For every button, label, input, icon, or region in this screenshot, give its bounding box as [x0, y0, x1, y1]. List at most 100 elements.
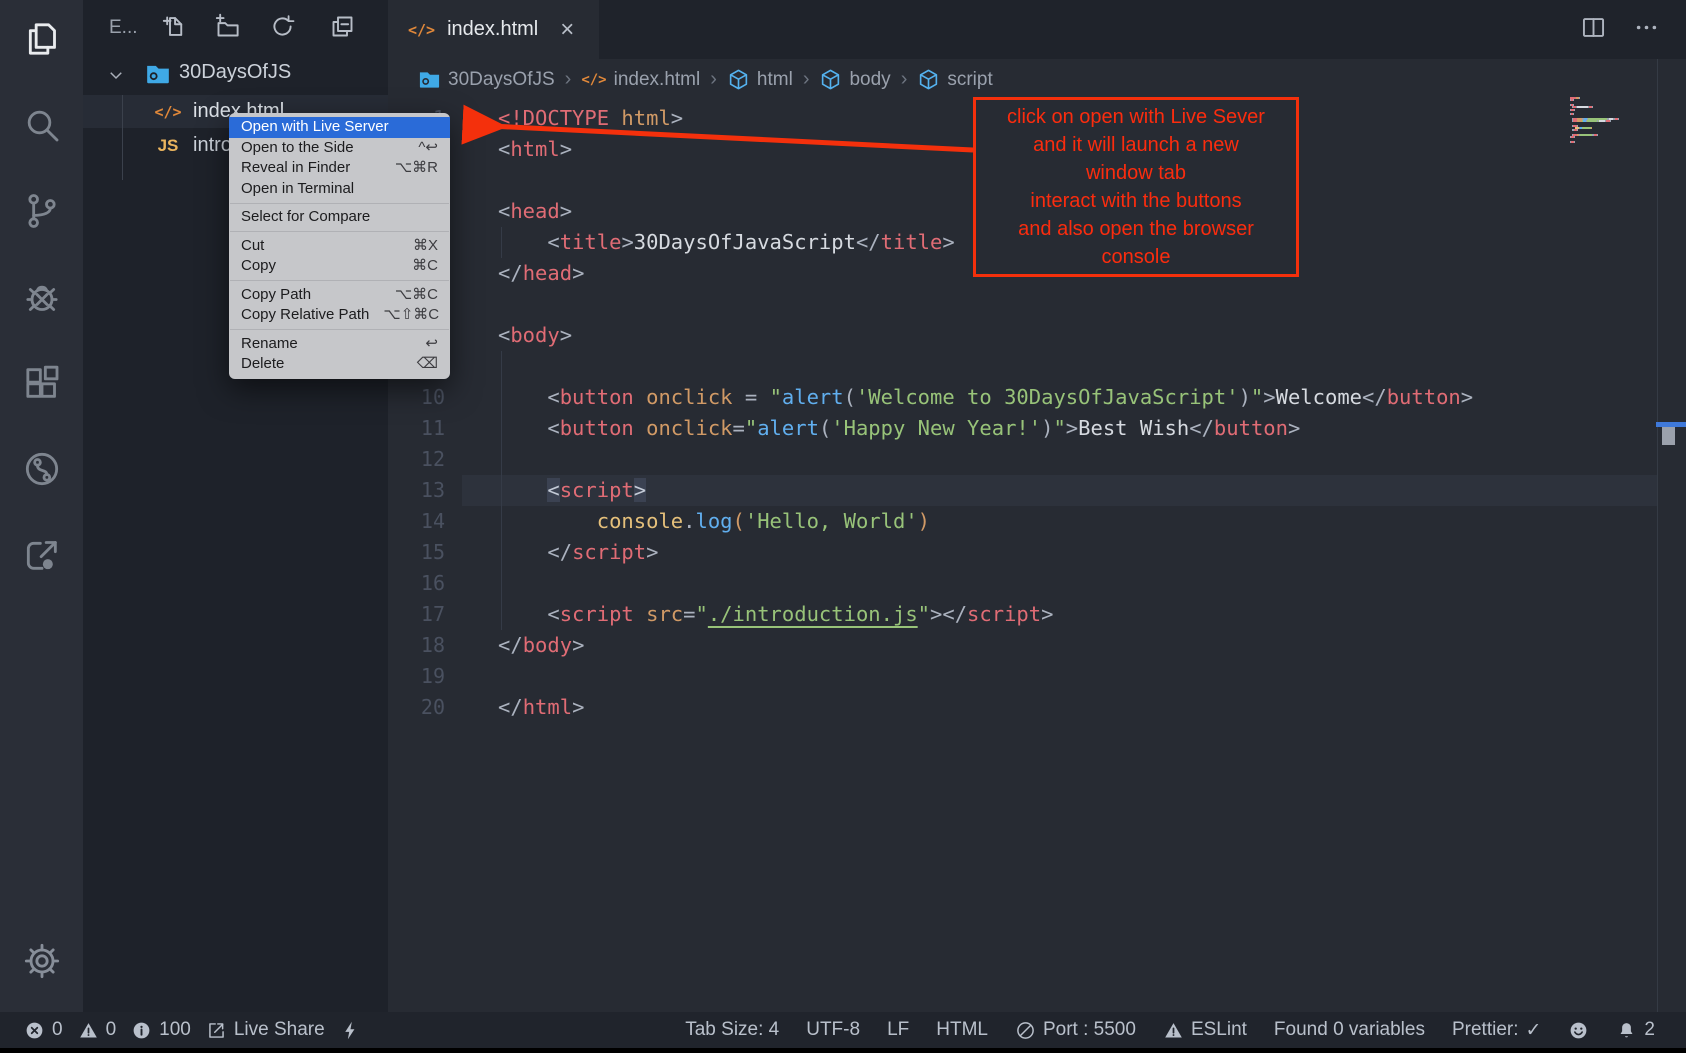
tab-bar: </> index.html × — [388, 0, 1686, 59]
minimap-token — [1573, 113, 1574, 115]
menu-item-open-in-terminal[interactable]: Open in Terminal — [229, 179, 450, 200]
activity-bar-live-share[interactable] — [0, 534, 83, 580]
status-lightning[interactable] — [340, 1020, 361, 1041]
minimap-token — [1610, 120, 1611, 122]
menu-item-shortcut: ⌘C — [412, 256, 438, 277]
annotation-text-line: interact with the buttons — [976, 187, 1296, 215]
line-number: 13 — [388, 475, 458, 506]
indent-guide — [501, 227, 502, 258]
menu-item-label: Reveal in Finder — [241, 158, 350, 179]
html-file-icon: </> — [151, 103, 185, 121]
root-folder-label: 30DaysOfJS — [179, 61, 291, 84]
breadcrumb-item-index-html[interactable]: </>index.html — [581, 69, 700, 91]
code-line-13: <script> — [462, 475, 1657, 506]
menu-item-shortcut: ⌫ — [417, 354, 438, 375]
status-eslint[interactable]: ESLint — [1163, 1019, 1247, 1041]
menu-item-select-for-compare[interactable]: Select for Compare — [229, 207, 450, 228]
gear-icon — [22, 941, 62, 986]
window-bottom-edge — [0, 1048, 1686, 1053]
status-live-server-port[interactable]: Port : 5500 — [1015, 1019, 1136, 1041]
menu-item-copy-relative-path[interactable]: Copy Relative Path⌥⇧⌘C — [229, 305, 450, 326]
code-line-19 — [462, 661, 1657, 692]
menu-item-copy[interactable]: Copy ⌘C — [229, 256, 450, 277]
status-notifications[interactable]: 2 — [1616, 1019, 1655, 1041]
status-language-mode-label: HTML — [936, 1019, 988, 1041]
minimap-token — [1597, 134, 1598, 136]
breadcrumb-item-30DaysOfJS[interactable]: 30DaysOfJS — [418, 68, 555, 91]
more-actions-button[interactable] — [1633, 14, 1660, 46]
activity-bar-search[interactable] — [0, 104, 83, 150]
vscode-window: E... 30DaysOfJS </>index.htmlJSintroduct… — [0, 0, 1686, 1053]
menu-item-shortcut: ^↩ — [418, 138, 438, 159]
menu-separator — [230, 231, 449, 232]
folder-icon — [418, 68, 441, 91]
symbol-cube-icon — [727, 68, 750, 91]
status-feedback[interactable] — [1568, 1020, 1589, 1041]
breadcrumb-item-body[interactable]: body — [819, 68, 890, 91]
line-number: 20 — [388, 692, 458, 723]
split-icon — [1580, 28, 1607, 45]
bell-icon — [1616, 1020, 1637, 1041]
minimap-token — [1587, 120, 1598, 122]
breadcrumb-item-html[interactable]: html — [727, 68, 793, 91]
activity-bar-explorer[interactable] — [0, 18, 83, 64]
status-language-mode[interactable]: HTML — [936, 1019, 988, 1041]
explorer-title: E... — [109, 17, 138, 39]
tab-label: index.html — [447, 18, 538, 41]
settings-button[interactable] — [0, 941, 83, 986]
status-tab-size-label: Tab Size: 4 — [685, 1019, 779, 1041]
status-live-share[interactable]: Live Share — [206, 1019, 325, 1041]
menu-item-delete[interactable]: Delete ⌫ — [229, 354, 450, 375]
activity-bar — [0, 0, 83, 1012]
split-editor-button[interactable] — [1580, 14, 1607, 46]
status-prettier[interactable]: Prettier:✓ — [1452, 1019, 1541, 1041]
status-variables[interactable]: Found 0 variables — [1274, 1019, 1425, 1041]
minimap-token — [1573, 120, 1577, 122]
tab-index-html[interactable]: </> index.html × — [388, 0, 599, 59]
activity-bar-extensions[interactable] — [0, 362, 83, 408]
status-errors[interactable]: 0 — [24, 1019, 63, 1041]
menu-separator — [230, 329, 449, 330]
code-line-14: console.log('Hello, World') — [462, 506, 1657, 537]
error-icon — [24, 1020, 45, 1041]
refresh-button[interactable] — [269, 13, 297, 41]
new-file-icon — [161, 27, 188, 44]
minimap-token — [1591, 127, 1592, 129]
scrollbar-thumb[interactable] — [1662, 427, 1675, 445]
menu-item-label: Delete — [241, 354, 284, 375]
new-folder-button[interactable] — [214, 13, 242, 41]
status-encoding[interactable]: UTF-8 — [806, 1019, 860, 1041]
menu-item-copy-path[interactable]: Copy Path⌥⌘C — [229, 285, 450, 306]
code-line-8: <body> — [462, 320, 1657, 351]
breadcrumb-separator: › — [803, 68, 810, 91]
status-tab-size[interactable]: Tab Size: 4 — [685, 1019, 779, 1041]
activity-bar-timeline[interactable] — [0, 448, 83, 494]
menu-item-open-to-the-side[interactable]: Open to the Side^↩ — [229, 138, 450, 159]
line-number: 12 — [388, 444, 458, 475]
collapse-all-button[interactable] — [329, 13, 357, 41]
bug-icon — [22, 277, 62, 322]
minimap-token — [1592, 106, 1593, 108]
menu-item-cut[interactable]: Cut⌘X — [229, 236, 450, 257]
status-encoding-label: UTF-8 — [806, 1019, 860, 1041]
status-eol[interactable]: LF — [887, 1019, 909, 1041]
menu-item-rename[interactable]: Rename↩ — [229, 334, 450, 355]
activity-bar-source-control[interactable] — [0, 190, 83, 236]
menu-item-reveal-in-finder[interactable]: Reveal in Finder⌥⌘R — [229, 158, 450, 179]
menu-item-label: Copy — [241, 256, 276, 277]
circle-branch-icon — [22, 449, 62, 494]
menu-item-open-with-live-server[interactable]: Open with Live Server — [229, 117, 450, 138]
tree-root-folder[interactable]: 30DaysOfJS — [83, 57, 388, 91]
menu-item-label: Cut — [241, 236, 264, 257]
breadcrumb-item-script[interactable]: script — [917, 68, 992, 91]
breadcrumb-label: script — [947, 69, 992, 91]
status-infos[interactable]: 100 — [131, 1019, 191, 1041]
activity-bar-run-debug[interactable] — [0, 276, 83, 322]
new-file-button[interactable] — [161, 13, 189, 41]
status-notifications-label: 2 — [1644, 1019, 1655, 1041]
code-line-7 — [462, 289, 1657, 320]
status-warnings[interactable]: 0 — [78, 1019, 117, 1041]
tab-close-icon[interactable]: × — [560, 20, 574, 40]
minimap[interactable] — [1570, 97, 1660, 157]
warning-icon — [78, 1020, 99, 1041]
